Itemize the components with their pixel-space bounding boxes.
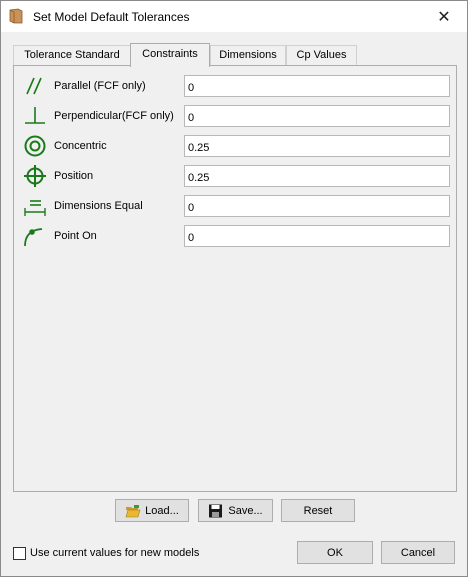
concentric-field[interactable] [184,135,450,157]
tab-dimensions[interactable]: Dimensions [210,45,286,65]
ok-label: OK [327,546,343,559]
perpendicular-label: Perpendicular(FCF only) [54,110,174,122]
reset-button[interactable]: Reset [281,499,355,522]
position-icon [24,165,46,187]
position-label: Position [54,170,94,182]
tab-constraints[interactable]: Constraints [130,43,210,67]
perpendicular-field[interactable] [184,105,450,127]
window-title: Set Model Default Tolerances [33,10,190,24]
dimensions-equal-label: Dimensions Equal [54,200,143,212]
tab-label: Cp Values [296,49,347,61]
tab-label: Tolerance Standard [24,49,120,61]
app-icon [9,8,23,24]
close-button[interactable]: ✕ [421,1,467,32]
tab-tolerance-standard[interactable]: Tolerance Standard [13,45,131,65]
parallel-field[interactable] [184,75,450,97]
ok-button[interactable]: OK [297,541,373,564]
close-icon: ✕ [437,8,451,26]
use-current-values-label: Use current values for new models [30,547,200,559]
cancel-label: Cancel [400,546,436,559]
cancel-button[interactable]: Cancel [381,541,455,564]
position-field[interactable] [184,165,450,187]
concentric-label: Concentric [54,140,107,152]
point-on-field[interactable] [184,225,450,247]
constraints-panel: Parallel (FCF only) Perpendicular(FCF on… [13,65,457,492]
point-on-icon [24,228,43,247]
title-bar: Set Model Default Tolerances ✕ [1,1,467,32]
parallel-label: Parallel (FCF only) [54,80,146,92]
dimensions-equal-icon [24,200,46,216]
folder-open-icon [125,504,141,517]
concentric-icon [24,135,46,157]
load-label: Load... [145,504,179,517]
floppy-disk-icon [209,504,223,517]
dimensions-equal-field[interactable] [184,195,450,217]
parallel-icon [26,77,42,95]
save-button[interactable]: Save... [198,499,273,522]
load-button[interactable]: Load... [115,499,189,522]
tab-cp-values[interactable]: Cp Values [286,45,357,65]
reset-label: Reset [303,504,333,517]
tab-label: Constraints [142,48,198,60]
use-current-values-checkbox[interactable] [13,547,26,560]
save-label: Save... [228,504,263,517]
point-on-label: Point On [54,230,97,242]
perpendicular-icon [25,107,45,124]
dialog-window: Set Model Default Tolerances ✕ Tolerance… [0,0,468,577]
tab-label: Dimensions [219,49,277,61]
